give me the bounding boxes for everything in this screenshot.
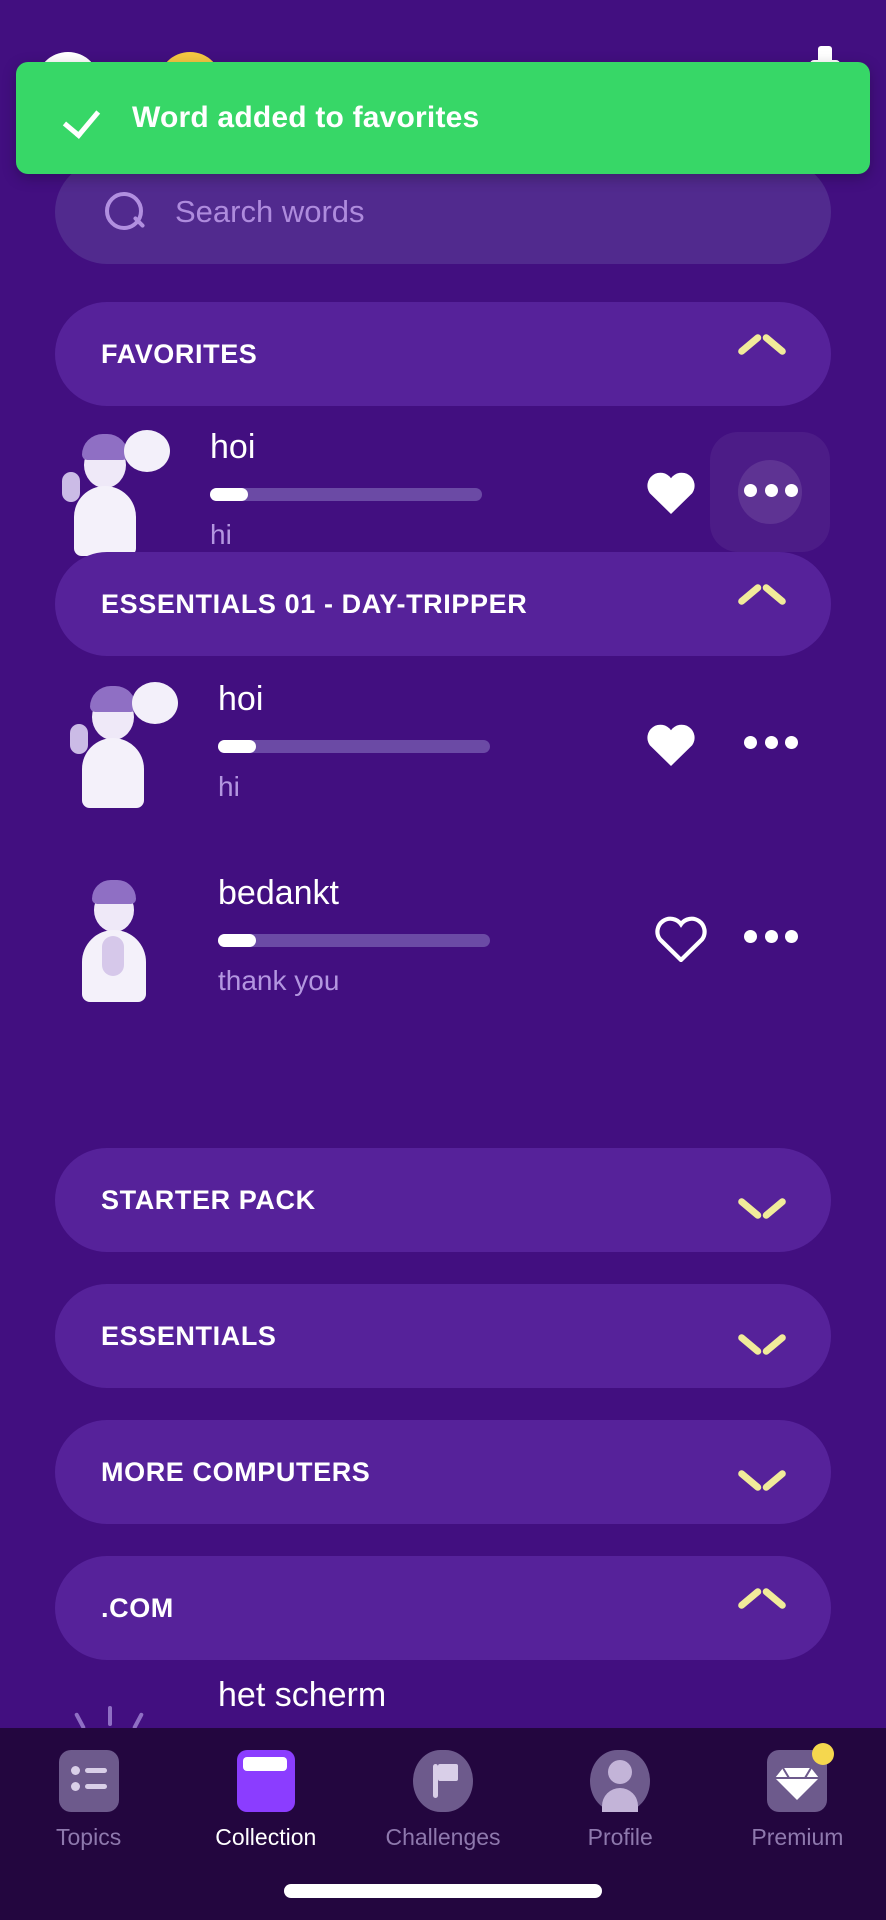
word-progress-bar bbox=[210, 487, 482, 501]
word-progress-bar bbox=[218, 739, 490, 753]
nav-label: Premium bbox=[751, 1824, 844, 1850]
word-term: bedankt bbox=[218, 874, 339, 912]
toast-message: Word added to favorites bbox=[132, 101, 480, 134]
word-row[interactable]: hoi hi bbox=[0, 416, 886, 566]
section-title: STARTER PACK bbox=[101, 1184, 316, 1215]
more-options-icon[interactable] bbox=[744, 736, 798, 750]
word-translation: hi bbox=[210, 518, 232, 550]
scroll-content[interactable]: Search words FAVORITES hoi hi ESSENTIALS… bbox=[0, 160, 886, 1920]
premium-badge bbox=[812, 1743, 835, 1765]
flag-icon bbox=[413, 1750, 473, 1812]
word-progress-fill bbox=[218, 933, 257, 947]
word-progress-bar bbox=[218, 933, 490, 947]
section-title: FAVORITES bbox=[101, 338, 258, 369]
nav-item-collection[interactable]: Collection bbox=[177, 1728, 354, 1876]
book-icon bbox=[236, 1750, 295, 1812]
word-row[interactable]: hoi hi bbox=[0, 668, 886, 818]
chevron-down-icon[interactable] bbox=[739, 1186, 785, 1214]
word-text-block: bedankt thank you bbox=[218, 874, 490, 997]
app-screen: Word added to favorites Search words FAV… bbox=[0, 0, 886, 1920]
word-text-block: het scherm bbox=[218, 1676, 387, 1714]
person-icon bbox=[590, 1750, 651, 1812]
section-title: ESSENTIALS 01 - DAY-TRIPPER bbox=[101, 588, 528, 619]
more-options-icon[interactable] bbox=[744, 484, 798, 498]
section-title: .COM bbox=[101, 1592, 174, 1623]
favorite-heart-icon[interactable] bbox=[645, 468, 697, 516]
word-text-block: hoi hi bbox=[218, 680, 490, 803]
bottom-navigation: Topics Collection Challenges Profile Pre… bbox=[0, 1728, 886, 1920]
chevron-up-icon[interactable] bbox=[739, 590, 785, 618]
search-icon bbox=[103, 190, 147, 234]
nav-item-premium[interactable]: Premium bbox=[709, 1728, 886, 1876]
nav-label: Challenges bbox=[385, 1824, 501, 1850]
word-term: het scherm bbox=[218, 1676, 387, 1714]
section-title: MORE COMPUTERS bbox=[101, 1456, 371, 1487]
nav-label: Topics bbox=[56, 1824, 122, 1850]
check-icon bbox=[64, 101, 98, 135]
section-title: ESSENTIALS bbox=[101, 1320, 277, 1351]
word-illustration bbox=[62, 428, 172, 556]
word-term: hoi bbox=[218, 680, 264, 718]
chevron-down-icon[interactable] bbox=[739, 1458, 785, 1486]
chevron-up-icon[interactable] bbox=[739, 1594, 785, 1622]
favorite-heart-icon[interactable] bbox=[655, 914, 707, 962]
nav-label: Collection bbox=[215, 1824, 317, 1850]
toast-notification: Word added to favorites bbox=[16, 62, 870, 174]
word-translation: thank you bbox=[218, 964, 340, 996]
section-header-starter-pack[interactable]: STARTER PACK bbox=[55, 1148, 831, 1252]
search-placeholder: Search words bbox=[175, 194, 365, 229]
word-term: hoi bbox=[210, 428, 256, 466]
word-illustration bbox=[70, 680, 180, 808]
section-header-com[interactable]: .COM bbox=[55, 1556, 831, 1660]
word-progress-fill bbox=[218, 739, 257, 753]
search-input[interactable]: Search words bbox=[55, 160, 831, 264]
nav-item-profile[interactable]: Profile bbox=[532, 1728, 709, 1876]
section-header-essentials[interactable]: ESSENTIALS bbox=[55, 1284, 831, 1388]
diamond-icon bbox=[767, 1743, 835, 1812]
list-icon bbox=[58, 1750, 119, 1812]
section-header-more-computers[interactable]: MORE COMPUTERS bbox=[55, 1420, 831, 1524]
word-text-block: hoi hi bbox=[210, 428, 482, 551]
word-progress-fill bbox=[210, 487, 249, 501]
more-options-icon[interactable] bbox=[744, 930, 798, 944]
section-header-essentials-01[interactable]: ESSENTIALS 01 - DAY-TRIPPER bbox=[55, 552, 831, 656]
nav-label: Profile bbox=[587, 1824, 653, 1850]
chevron-down-icon[interactable] bbox=[739, 1322, 785, 1350]
nav-item-topics[interactable]: Topics bbox=[0, 1728, 177, 1876]
nav-item-challenges[interactable]: Challenges bbox=[354, 1728, 531, 1876]
word-row[interactable]: bedankt thank you bbox=[0, 862, 886, 1012]
word-translation: hi bbox=[218, 770, 240, 802]
home-indicator bbox=[284, 1884, 602, 1898]
chevron-up-icon[interactable] bbox=[739, 340, 785, 368]
favorite-heart-icon[interactable] bbox=[645, 720, 697, 768]
section-header-favorites[interactable]: FAVORITES bbox=[55, 302, 831, 406]
word-illustration bbox=[74, 874, 184, 1002]
